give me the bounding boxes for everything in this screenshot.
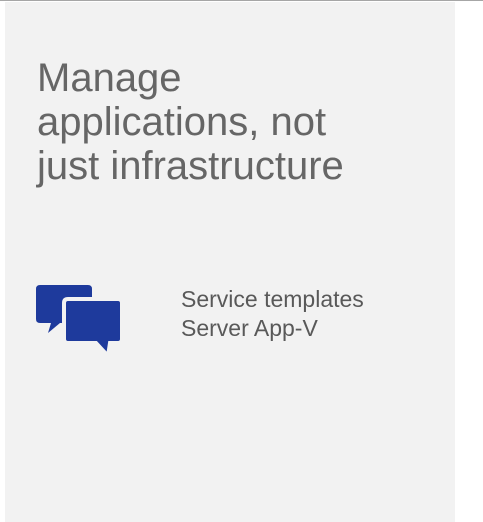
feature-item-service-templates: Service templates [181,286,364,312]
feature-list: Service templates Server App-V [181,285,364,343]
headline-line-1: Manage [37,56,182,100]
headline: Manage applications, not just infrastruc… [37,56,447,188]
top-divider [0,0,483,1]
content-panel: Manage applications, not just infrastruc… [5,2,455,522]
speech-bubble-front [62,297,122,357]
chat-bubbles-icon [36,285,122,357]
headline-line-2: applications, not [37,100,327,144]
headline-line-3: just infrastructure [37,144,344,188]
feature-item-server-app-v: Server App-V [181,315,318,341]
